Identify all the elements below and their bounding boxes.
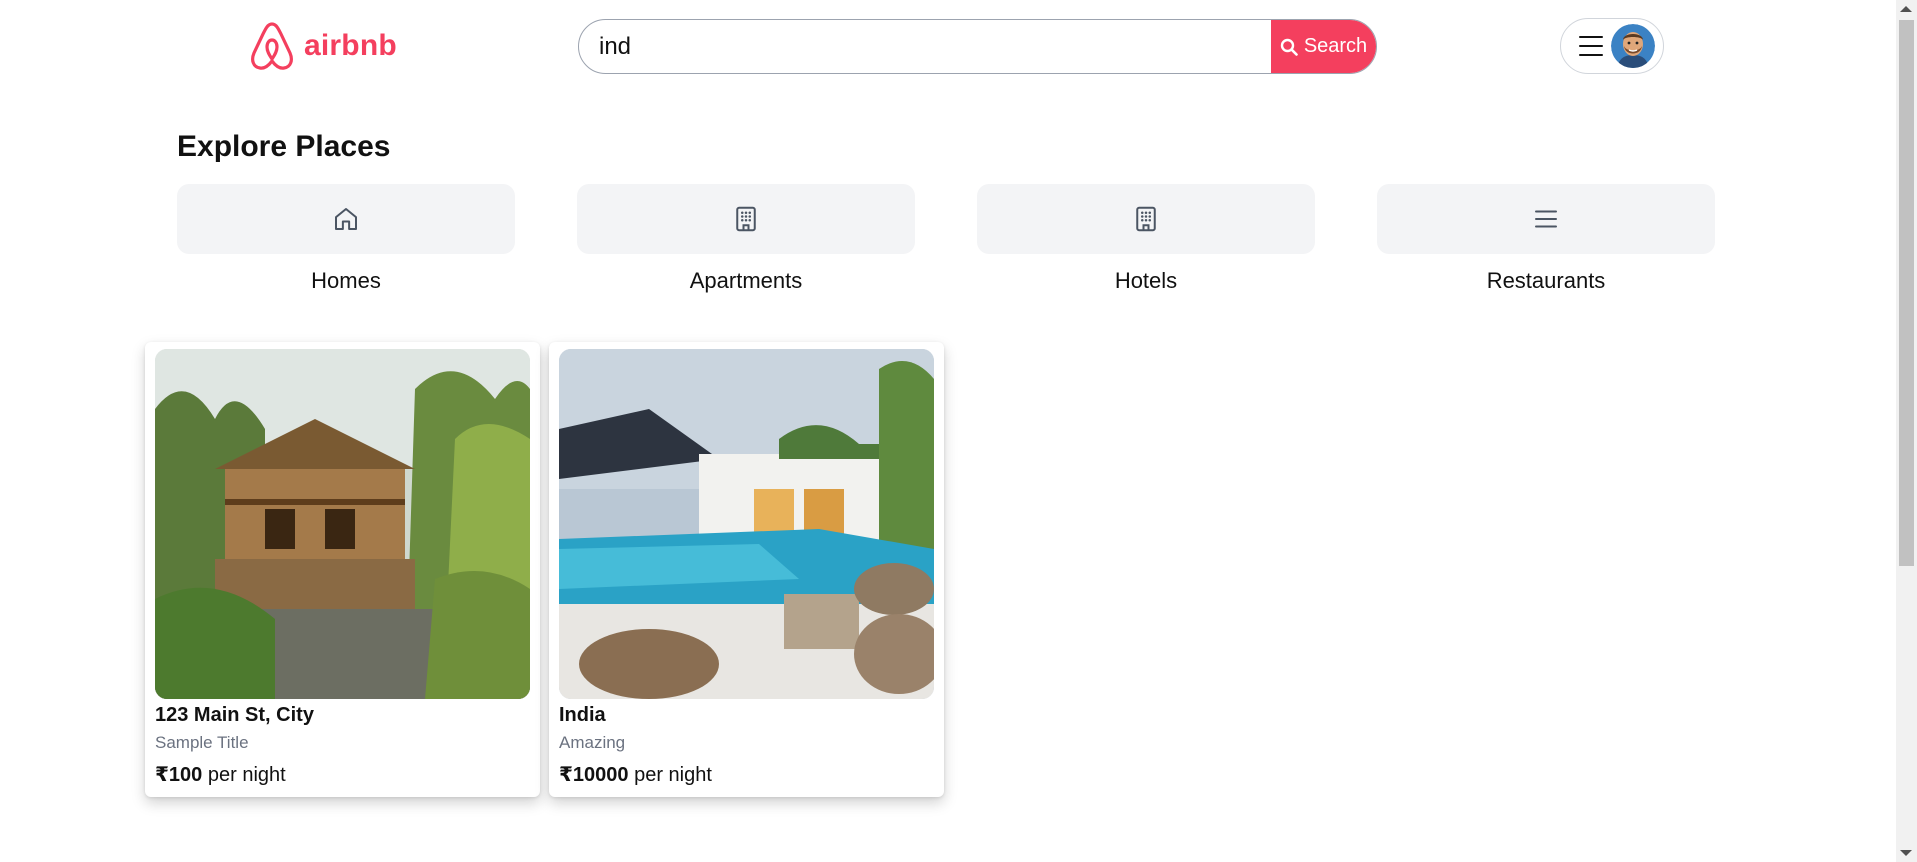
building-icon bbox=[1136, 206, 1156, 232]
category-label: Restaurants bbox=[1486, 268, 1606, 293]
scroll-thumb[interactable] bbox=[1899, 20, 1914, 566]
category-restaurants[interactable]: Restaurants bbox=[1377, 184, 1715, 294]
listing-price: ₹100 per night bbox=[155, 762, 530, 787]
category-tile[interactable] bbox=[577, 184, 915, 254]
airbnb-logo[interactable]: airbnb bbox=[248, 20, 397, 72]
listing-grid: 123 Main St, City Sample Title ₹100 per … bbox=[145, 342, 944, 797]
category-apartments[interactable]: Apartments bbox=[577, 184, 915, 294]
page-title: Explore Places bbox=[177, 130, 391, 163]
home-icon bbox=[335, 208, 357, 230]
search-input[interactable] bbox=[579, 20, 1271, 73]
listing-price-amount: ₹10000 bbox=[559, 764, 629, 786]
search-icon bbox=[1280, 38, 1298, 56]
page-scrollbar[interactable] bbox=[1896, 0, 1917, 862]
category-list: Homes Apartments Hotels Restaurants bbox=[177, 184, 1715, 294]
logo-text: airbnb bbox=[304, 29, 397, 62]
listing-image bbox=[559, 349, 934, 699]
menu-lines-icon bbox=[1535, 210, 1557, 228]
listing-price: ₹10000 per night bbox=[559, 762, 934, 787]
listing-address: India bbox=[559, 704, 606, 726]
category-label: Homes bbox=[311, 268, 381, 293]
scroll-down-arrow-icon[interactable] bbox=[1900, 850, 1912, 856]
listing-image bbox=[155, 349, 530, 699]
listing-title: Sample Title bbox=[155, 733, 249, 752]
category-hotels[interactable]: Hotels bbox=[977, 184, 1315, 294]
avatar bbox=[1611, 24, 1655, 68]
listing-price-amount: ₹100 bbox=[155, 764, 203, 786]
category-tile[interactable] bbox=[177, 184, 515, 254]
search-button-label: Search bbox=[1303, 35, 1368, 57]
category-tile[interactable] bbox=[977, 184, 1315, 254]
listing-price-suffix: per night bbox=[628, 764, 712, 786]
category-homes[interactable]: Homes bbox=[177, 184, 515, 294]
listing-card[interactable]: 123 Main St, City Sample Title ₹100 per … bbox=[145, 342, 540, 797]
listing-price-suffix: per night bbox=[202, 764, 286, 786]
hamburger-icon bbox=[1579, 36, 1603, 56]
category-tile[interactable] bbox=[1377, 184, 1715, 254]
search-bar: Search bbox=[578, 19, 1377, 74]
listing-card[interactable]: India Amazing ₹10000 per night bbox=[549, 342, 944, 797]
user-menu-button[interactable] bbox=[1560, 18, 1664, 74]
category-label: Apartments bbox=[689, 268, 803, 293]
listing-title: Amazing bbox=[559, 733, 626, 752]
search-button[interactable]: Search bbox=[1271, 20, 1376, 73]
airbnb-logo-icon bbox=[251, 22, 293, 70]
building-icon bbox=[736, 206, 756, 232]
listing-address: 123 Main St, City bbox=[155, 704, 314, 726]
category-label: Hotels bbox=[1114, 268, 1178, 293]
scroll-up-arrow-icon[interactable] bbox=[1900, 6, 1912, 12]
